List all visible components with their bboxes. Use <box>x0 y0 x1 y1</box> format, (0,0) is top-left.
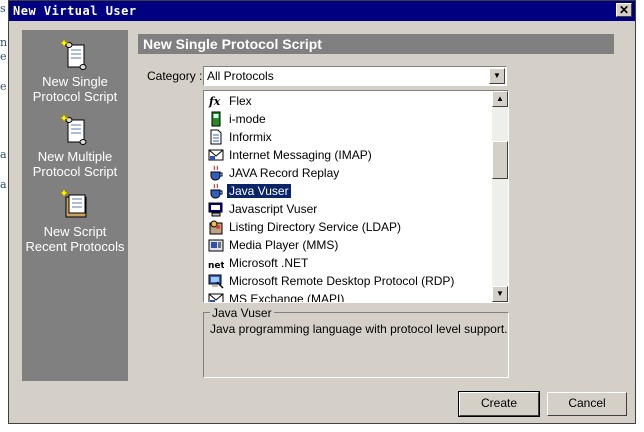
description-text: Java programming language with protocol … <box>210 322 508 336</box>
directory-icon <box>209 220 223 235</box>
script-type-panel: New Single Protocol Script New Multiple … <box>22 30 128 381</box>
java-cup-icon <box>210 165 223 181</box>
list-item[interactable]: Listing Directory Service (LDAP) <box>206 218 486 236</box>
list-item[interactable]: Informix <box>206 128 486 146</box>
scroll-up-icon[interactable]: ▲ <box>492 91 508 107</box>
list-item[interactable]: net Microsoft .NET <box>206 254 486 272</box>
close-button[interactable]: ✕ <box>616 3 632 17</box>
remote-desktop-icon <box>208 274 224 289</box>
list-item[interactable]: Media Player (MMS) <box>206 236 486 254</box>
mail-icon <box>208 293 224 302</box>
protocol-list-scrollbar[interactable]: ▲ ▼ <box>492 91 508 302</box>
list-item[interactable]: Java Vuser <box>206 182 486 200</box>
new-single-protocol-script-label: New Single Protocol Script <box>32 74 118 104</box>
chevron-down-icon[interactable]: ▼ <box>489 68 505 84</box>
scroll-book-icon <box>58 188 87 218</box>
list-item[interactable]: Internet Messaging (IMAP) <box>206 146 486 164</box>
list-item[interactable]: JAVA Record Replay <box>206 164 486 182</box>
document-icon <box>210 129 222 145</box>
list-item[interactable]: Microsoft Remote Desktop Protocol (RDP) <box>206 272 486 290</box>
dotnet-icon: net <box>208 261 224 271</box>
bg-fragment: a <box>0 178 7 191</box>
title-bar[interactable]: New Virtual User ✕ <box>9 1 635 21</box>
create-button[interactable]: Create <box>458 391 540 417</box>
scroll-icon <box>58 113 87 145</box>
category-value: All Protocols <box>207 69 274 83</box>
new-single-protocol-script-option[interactable]: New Single Protocol Script <box>22 37 128 104</box>
category-label: Category : <box>147 69 203 83</box>
mail-icon <box>208 149 224 161</box>
imode-phone-icon <box>211 111 221 127</box>
computer-icon <box>208 202 223 217</box>
window-title: New Virtual User <box>13 4 137 18</box>
svg-text:fx: fx <box>208 95 221 108</box>
scroll-down-icon[interactable]: ▼ <box>492 286 508 302</box>
section-header: New Single Protocol Script <box>138 34 614 54</box>
cancel-button[interactable]: Cancel <box>547 392 627 416</box>
media-player-icon <box>208 239 224 252</box>
new-script-recent-protocols-option[interactable]: New Script Recent Protocols <box>22 187 128 254</box>
bg-fragment: e <box>0 50 7 63</box>
new-multiple-protocol-script-option[interactable]: New Multiple Protocol Script <box>22 112 128 179</box>
java-cup-icon <box>210 183 223 199</box>
bg-fragment: n <box>0 36 8 49</box>
list-item[interactable]: fx Flex <box>206 92 486 110</box>
protocol-description-box: Java Vuser Java programming language wit… <box>203 306 509 378</box>
bg-fragment: e <box>0 80 7 93</box>
bg-fragment: a <box>0 148 7 161</box>
list-item[interactable]: MS Exchange (MAPI) <box>206 290 486 302</box>
svg-text:net: net <box>208 261 224 271</box>
scroll-icon <box>58 38 87 70</box>
bg-fragment: s <box>0 2 6 15</box>
category-dropdown[interactable]: All Protocols ▼ <box>203 66 507 86</box>
list-item[interactable]: Javascript Vuser <box>206 200 486 218</box>
scrollbar-thumb[interactable] <box>492 141 508 179</box>
description-title: Java Vuser <box>210 306 274 320</box>
new-script-recent-protocols-label: New Script Recent Protocols <box>25 224 125 254</box>
new-multiple-protocol-script-label: New Multiple Protocol Script <box>32 149 118 179</box>
flex-fx-icon: fx <box>208 95 221 108</box>
new-virtual-user-dialog: New Virtual User ✕ New Single Protocol S… <box>8 0 636 424</box>
protocol-list[interactable]: fx Flex i-mode Informix Internet Messagi… <box>203 90 509 303</box>
list-item[interactable]: i-mode <box>206 110 486 128</box>
